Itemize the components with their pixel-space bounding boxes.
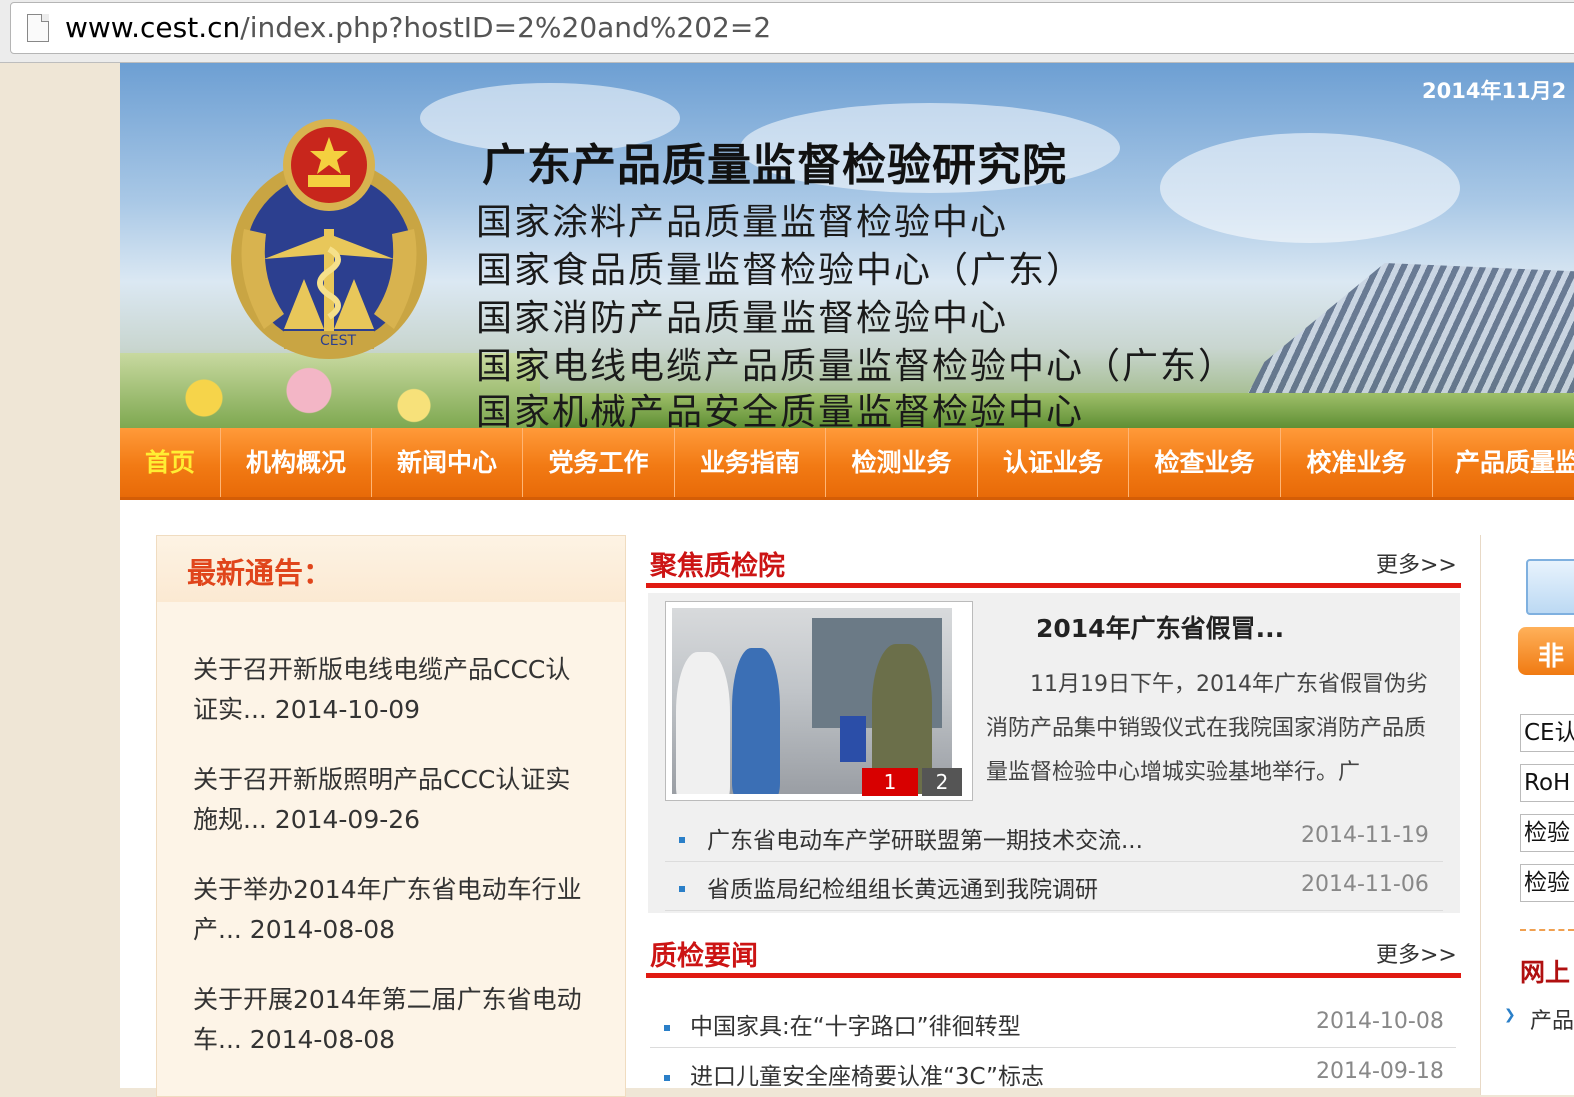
slide-pager-1[interactable]: 1 xyxy=(862,768,918,796)
news-title: 中国家具:在“十字路口”徘徊转型 xyxy=(690,1014,1021,1040)
news-date: 2014-11-06 xyxy=(1301,872,1429,897)
nav-item-guide[interactable]: 业务指南 xyxy=(675,428,826,497)
page-icon xyxy=(27,14,49,42)
banner-cloud xyxy=(1160,133,1460,243)
emblem-logo: CEST xyxy=(231,119,427,359)
url-field[interactable]: www.cest.cn/index.php?hostID=2%20and%202… xyxy=(10,2,1574,54)
nav-item-about[interactable]: 机构概况 xyxy=(221,428,372,497)
quality-news-more-link[interactable]: 更多>> xyxy=(1376,937,1457,969)
focus-news-row[interactable]: 广东省电动车产学研联盟第一期技术交流... 2014-11-19 xyxy=(665,813,1443,862)
focus-section-title: 聚焦质检院 xyxy=(650,551,785,582)
nav-item-certification[interactable]: 认证业务 xyxy=(978,428,1129,497)
news-title: 广东省电动车产学研联盟第一期技术交流... xyxy=(707,828,1143,854)
url-host: www.cest.cn xyxy=(65,11,241,44)
photo-person xyxy=(676,652,730,794)
notice-item[interactable]: 关于召开新版照明产品CCC认证实 施规... 2014-09-26 xyxy=(193,760,593,840)
latest-notices-panel: 最新通告： 关于召开新版电线电缆产品CCC认 证实... 2014-10-09 … xyxy=(156,535,626,1097)
nav-item-news[interactable]: 新闻中心 xyxy=(372,428,523,497)
focus-more-link[interactable]: 更多>> xyxy=(1376,547,1457,579)
web-page: CEST 2014年11月2 广东产品质量监督检验研究院 国家涂料产品质量监督检… xyxy=(120,63,1574,1097)
feature-title[interactable]: 2014年广东省假冒... xyxy=(1036,609,1284,645)
quality-news-rule xyxy=(646,973,1461,978)
center-name: 国家电线电缆产品质量监督检验中心（广东） xyxy=(476,346,1237,387)
center-name: 国家机械产品安全质量监督检验中心 xyxy=(476,392,1085,428)
svg-text:CEST: CEST xyxy=(320,333,357,349)
notice-item[interactable]: 关于召开新版电线电缆产品CCC认 证实... 2014-10-09 xyxy=(193,650,593,730)
nav-item-calibration[interactable]: 校准业务 xyxy=(1281,428,1433,497)
arrow-icon: ❯ xyxy=(1504,1007,1516,1023)
site-banner: CEST 2014年11月2 广东产品质量监督检验研究院 国家涂料产品质量监督检… xyxy=(120,63,1574,428)
focus-rule xyxy=(646,583,1461,588)
bullet-icon xyxy=(679,886,685,892)
notices-title: 最新通告： xyxy=(187,556,333,590)
news-date: 2014-09-18 xyxy=(1316,1059,1444,1084)
bullet-icon xyxy=(664,1025,670,1031)
online-section-title: 网上 xyxy=(1520,958,1571,987)
side-link-box[interactable]: CE认 xyxy=(1520,714,1574,752)
focus-news-row[interactable]: 省质监局纪检组组长黄远通到我院调研 2014-11-06 xyxy=(665,862,1443,911)
side-link-box[interactable]: 检验 xyxy=(1520,814,1574,852)
focus-photo[interactable]: 1 2 xyxy=(665,601,973,801)
news-title: 省质监局纪检组组长黄远通到我院调研 xyxy=(707,877,1098,903)
side-product-link[interactable]: 产品 xyxy=(1530,1003,1574,1035)
nav-item-inspection[interactable]: 检查业务 xyxy=(1129,428,1281,497)
notice-line: 车... 2014-08-08 xyxy=(193,1025,396,1054)
notice-item[interactable]: 关于开展2014年第二届广东省电动 车... 2014-08-08 xyxy=(193,980,593,1060)
url-text[interactable]: www.cest.cn/index.php?hostID=2%20and%202… xyxy=(65,11,771,44)
bullet-icon xyxy=(664,1075,670,1081)
notice-line: 证实... 2014-10-09 xyxy=(193,695,421,724)
main-nav: 首页 机构概况 新闻中心 党务工作 业务指南 检测业务 认证业务 检查业务 校准… xyxy=(120,428,1574,500)
side-link-box[interactable]: RoH xyxy=(1520,764,1574,802)
news-title: 进口儿童安全座椅要认准“3C”标志 xyxy=(690,1064,1044,1090)
notice-line: 关于召开新版电线电缆产品CCC认 xyxy=(193,655,571,684)
notice-item[interactable]: 关于举办2014年广东省电动车行业 产... 2014-08-08 xyxy=(193,870,593,950)
notice-line: 关于开展2014年第二届广东省电动 xyxy=(193,985,582,1014)
quality-news-title: 质检要闻 xyxy=(650,941,758,972)
browser-address-bar: www.cest.cn/index.php?hostID=2%20and%202… xyxy=(0,0,1574,63)
quality-news-row[interactable]: 中国家具:在“十字路口”徘徊转型 2014-10-08 xyxy=(650,999,1456,1048)
slide-pager-2[interactable]: 2 xyxy=(922,768,962,796)
quality-news-row[interactable]: 进口儿童安全座椅要认准“3C”标志 2014-09-18 xyxy=(650,1049,1456,1097)
notice-line: 产... 2014-08-08 xyxy=(193,915,396,944)
center-name: 国家食品质量监督检验中心（广东） xyxy=(476,250,1085,291)
photo-image xyxy=(672,608,952,794)
nav-item-home[interactable]: 首页 xyxy=(120,428,221,497)
nav-item-testing[interactable]: 检测业务 xyxy=(826,428,978,497)
photo-binders xyxy=(840,716,866,762)
center-name: 国家涂料产品质量监督检验中心 xyxy=(476,202,1009,243)
news-date: 2014-10-08 xyxy=(1316,1009,1444,1034)
site-title: 广东产品质量监督检验研究院 xyxy=(482,140,1067,191)
banner-date: 2014年11月2 xyxy=(1422,79,1567,103)
side-link-box[interactable]: 检验 xyxy=(1520,864,1574,902)
center-name: 国家消防产品质量监督检验中心 xyxy=(476,298,1009,339)
notice-line: 关于召开新版照明产品CCC认证实 xyxy=(193,765,571,794)
feature-text: 11月19日下午，2014年广东省假冒伪劣消防产品集中销毁仪式在我院国家消防产品… xyxy=(986,672,1428,785)
news-date: 2014-11-19 xyxy=(1301,823,1429,848)
notice-line: 施规... 2014-09-26 xyxy=(193,805,421,834)
side-button-label: 非 xyxy=(1538,642,1565,672)
nav-item-product-quality[interactable]: 产品质量监 xyxy=(1433,428,1574,497)
side-divider xyxy=(1520,929,1574,931)
photo-person xyxy=(732,648,780,794)
nav-item-party[interactable]: 党务工作 xyxy=(523,428,675,497)
bullet-icon xyxy=(679,837,685,843)
notice-line: 关于举办2014年广东省电动车行业 xyxy=(193,875,582,904)
url-path: /index.php?hostID=2%20and%202=2 xyxy=(240,11,772,44)
email-icon[interactable] xyxy=(1526,559,1574,615)
